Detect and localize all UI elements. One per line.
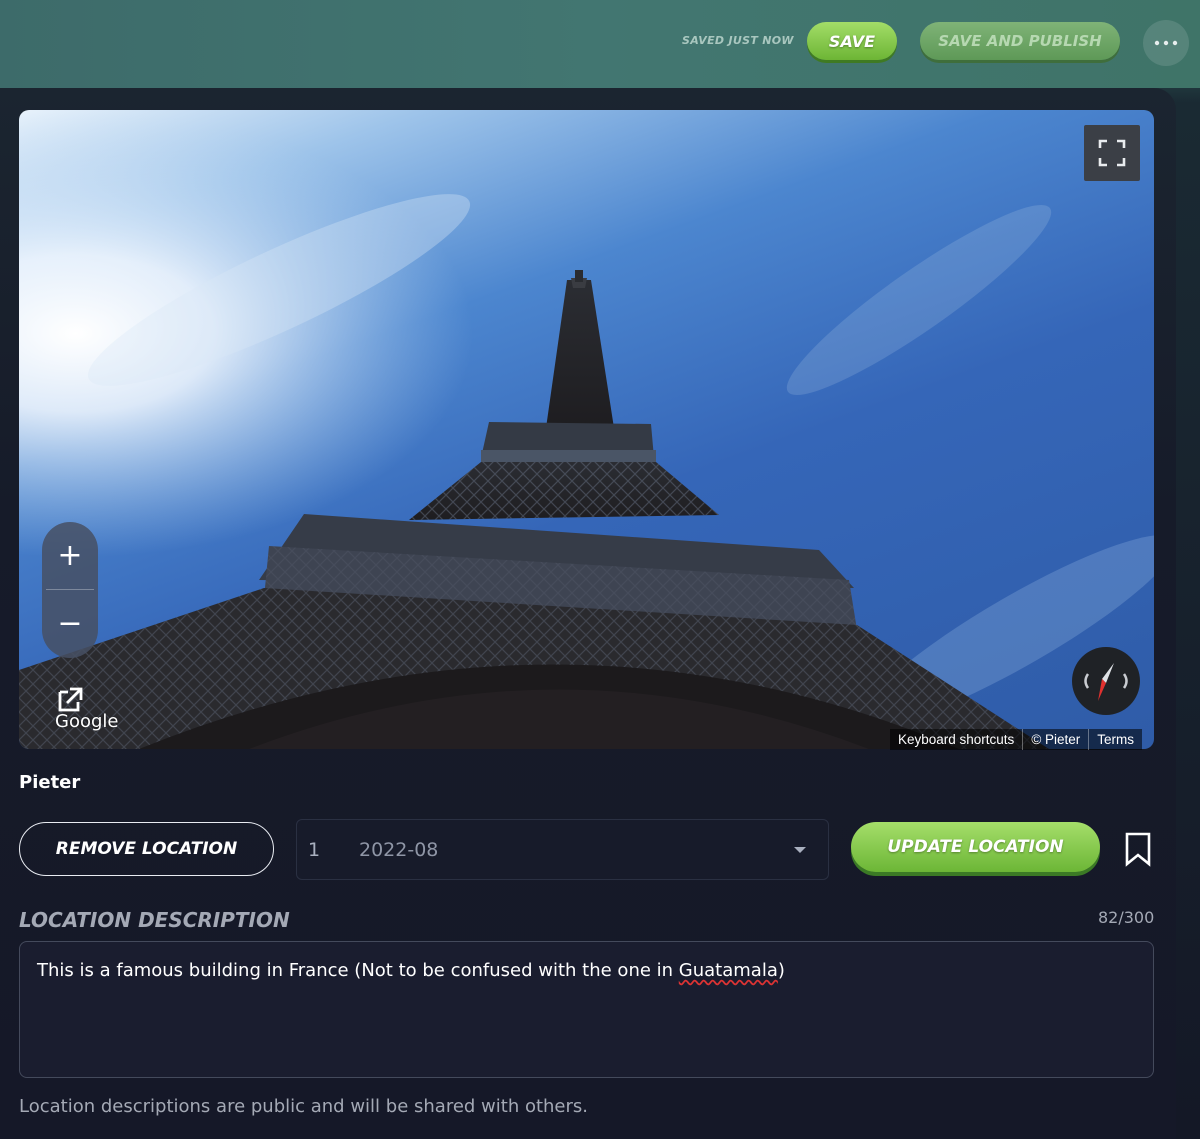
panorama-index: 1: [308, 839, 321, 861]
misspelled-word: Guatamala: [678, 960, 778, 981]
map-attribution: Keyboard shortcuts © Pieter Terms: [890, 729, 1143, 750]
copyright-text: © Pieter: [1022, 729, 1088, 750]
keyboard-shortcuts-link[interactable]: Keyboard shortcuts: [890, 729, 1022, 750]
bookmark-icon[interactable]: [1123, 831, 1153, 867]
remove-location-button[interactable]: REMOVE LOCATION: [19, 822, 274, 876]
zoom-control: + −: [42, 522, 98, 658]
compass-button[interactable]: [1072, 647, 1140, 715]
save-button[interactable]: SAVE: [807, 22, 897, 60]
more-horizontal-icon: [1154, 40, 1178, 46]
chevron-down-icon: [794, 847, 806, 853]
update-location-button[interactable]: UPDATE LOCATION: [851, 822, 1100, 872]
external-link-icon[interactable]: [56, 686, 84, 714]
save-status: SAVED JUST NOW: [682, 34, 794, 47]
description-text: This is a famous building in France (Not…: [37, 960, 679, 981]
fullscreen-icon: [1098, 139, 1126, 167]
public-description-note: Location descriptions are public and wil…: [19, 1096, 589, 1117]
panorama-date: 2022-08: [359, 839, 439, 861]
more-options-button[interactable]: [1143, 20, 1189, 66]
google-logo: Google: [55, 711, 119, 732]
description-label: LOCATION DESCRIPTION: [19, 908, 290, 932]
description-textarea[interactable]: This is a famous building in France (Not…: [19, 941, 1154, 1078]
panorama-date-select[interactable]: 1 2022-08: [296, 819, 829, 880]
panorama-owner: Pieter: [19, 772, 81, 793]
character-count: 82/300: [1098, 908, 1155, 927]
terms-link[interactable]: Terms: [1088, 729, 1142, 750]
zoom-out-button[interactable]: −: [42, 590, 98, 656]
zoom-in-button[interactable]: +: [42, 522, 98, 588]
compass-icon: [1084, 663, 1128, 701]
panorama-scene: [19, 110, 1154, 749]
description-text-end: ): [777, 960, 785, 981]
save-and-publish-button[interactable]: SAVE AND PUBLISH: [920, 22, 1120, 60]
street-view-panorama[interactable]: [19, 110, 1154, 749]
fullscreen-button[interactable]: [1084, 125, 1140, 181]
